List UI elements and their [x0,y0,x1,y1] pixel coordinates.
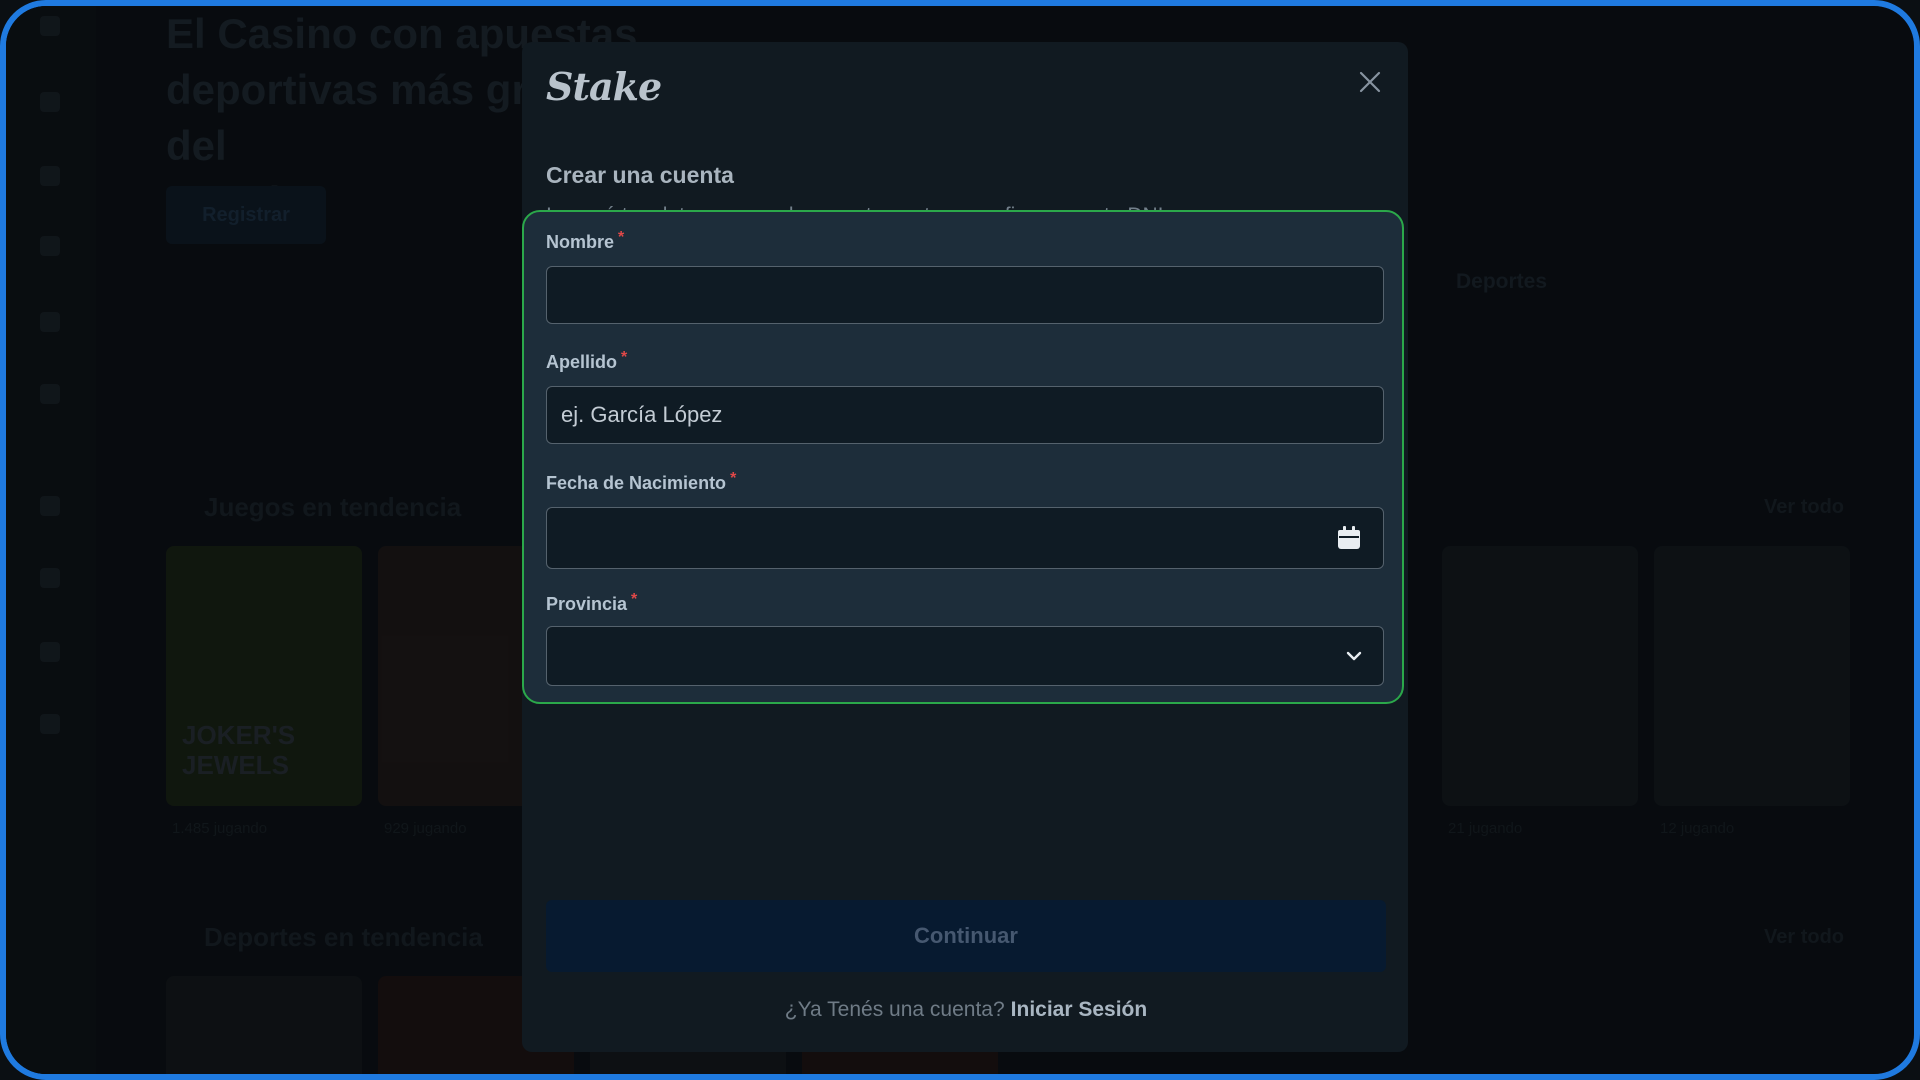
required-mark: * [631,591,638,608]
login-link[interactable]: Iniciar Sesión [1011,998,1148,1021]
apellido-label-text: Apellido [546,352,617,372]
provincia-label-text: Provincia [546,594,628,614]
required-mark: * [730,470,737,487]
provincia-label: Provincia * [546,591,638,615]
apellido-input[interactable] [546,386,1384,444]
required-mark: * [618,229,625,246]
required-mark: * [621,349,628,366]
fecha-label: Fecha de Nacimiento * [546,470,737,494]
provincia-value[interactable] [546,626,1384,686]
nombre-input[interactable] [546,266,1384,324]
nombre-label: Nombre * [546,229,625,253]
close-icon [1359,71,1381,93]
stake-logo: Stake [546,64,662,109]
nombre-label-text: Nombre [546,232,615,252]
modal-title: Crear una cuenta [546,162,734,188]
login-prompt: ¿Ya Tenés una cuenta? Iniciar Sesión [546,998,1386,1022]
close-button[interactable] [1356,68,1384,96]
apellido-label: Apellido * [546,349,628,373]
calendar-icon[interactable] [1336,525,1362,551]
fecha-field [546,507,1384,569]
provincia-select[interactable] [546,626,1384,686]
fecha-label-text: Fecha de Nacimiento [546,473,727,493]
app-window: El Casino con apuestas deportivas más gr… [0,0,1920,1080]
personal-data-form: Nombre* Apellido* Fecha de Nacimiento* [522,210,1404,704]
login-prompt-text: ¿Ya Tenés una cuenta? [784,998,1005,1021]
continue-button[interactable]: Continuar [546,900,1386,972]
fecha-input[interactable] [546,507,1384,569]
chevron-down-icon[interactable] [1342,644,1368,670]
